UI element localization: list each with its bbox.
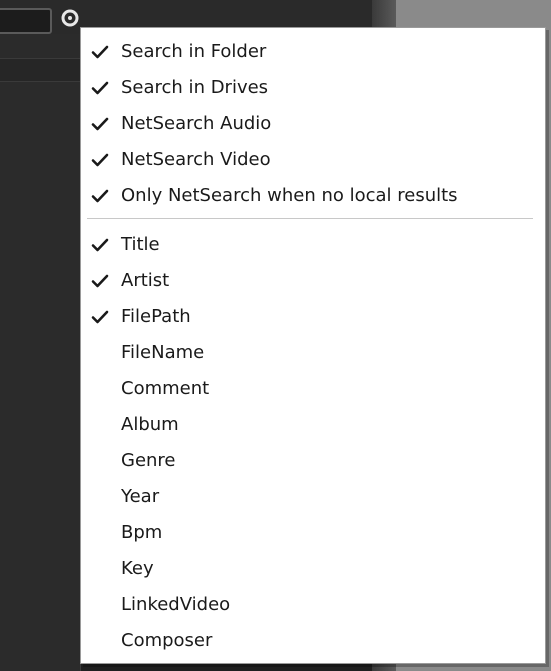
menu-item-label: NetSearch Audio [121,113,272,134]
menu-item-label: Key [121,558,154,579]
menu-item-netsearch-audio[interactable]: NetSearch Audio [81,106,545,142]
gear-icon[interactable] [60,8,80,28]
screen: Search in Folder Search in Drives NetSearc… [0,0,551,671]
menu-item-netsearch-video[interactable]: NetSearch Video [81,142,545,178]
menu-item-label: Artist [121,270,170,291]
app-sub-strip [0,58,90,82]
menu-item-year[interactable]: Year [81,479,545,515]
menu-item-label: FilePath [121,306,191,327]
menu-item-label: LinkedVideo [121,594,231,615]
search-scope-section: Search in Folder Search in Drives NetSearc… [81,34,545,214]
menu-item-bpm[interactable]: Bpm [81,515,545,551]
menu-item-label: Composer [121,630,213,651]
menu-separator [87,218,533,219]
menu-item-filepath[interactable]: FilePath [81,299,545,335]
menu-item-label: Search in Drives [121,77,269,98]
menu-item-label: Search in Folder [121,41,267,62]
menu-item-label: Year [121,486,160,507]
menu-item-search-in-folder[interactable]: Search in Folder [81,34,545,70]
menu-item-label: Album [121,414,179,435]
menu-item-filename[interactable]: FileName [81,335,545,371]
app-left-panel [0,34,81,671]
checkmark-icon [91,153,109,167]
menu-item-genre[interactable]: Genre [81,443,545,479]
menu-item-title[interactable]: Title [81,227,545,263]
menu-item-label: Comment [121,378,210,399]
search-input[interactable] [0,8,52,34]
checkmark-icon [91,45,109,59]
checkmark-icon [91,81,109,95]
checkmark-icon [91,189,109,203]
menu-item-album[interactable]: Album [81,407,545,443]
menu-item-label: Only NetSearch when no local results [121,185,458,206]
search-options-menu: Search in Folder Search in Drives NetSearc… [80,27,546,664]
menu-item-comment[interactable]: Comment [81,371,545,407]
menu-item-label: Genre [121,450,176,471]
menu-item-label: FileName [121,342,205,363]
checkmark-icon [91,310,109,324]
checkmark-icon [91,274,109,288]
menu-item-label: NetSearch Video [121,149,271,170]
menu-item-search-in-drives[interactable]: Search in Drives [81,70,545,106]
menu-item-label: Title [121,234,160,255]
menu-item-key[interactable]: Key [81,551,545,587]
menu-item-label: Bpm [121,522,163,543]
checkmark-icon [91,117,109,131]
menu-item-composer[interactable]: Composer [81,623,545,659]
menu-item-only-netsearch-when-no-local-results[interactable]: Only NetSearch when no local results [81,178,545,214]
search-fields-section: Title Artist FilePath FileName Comment Album G… [81,227,545,659]
checkmark-icon [91,238,109,252]
menu-item-artist[interactable]: Artist [81,263,545,299]
menu-item-linkedvideo[interactable]: LinkedVideo [81,587,545,623]
